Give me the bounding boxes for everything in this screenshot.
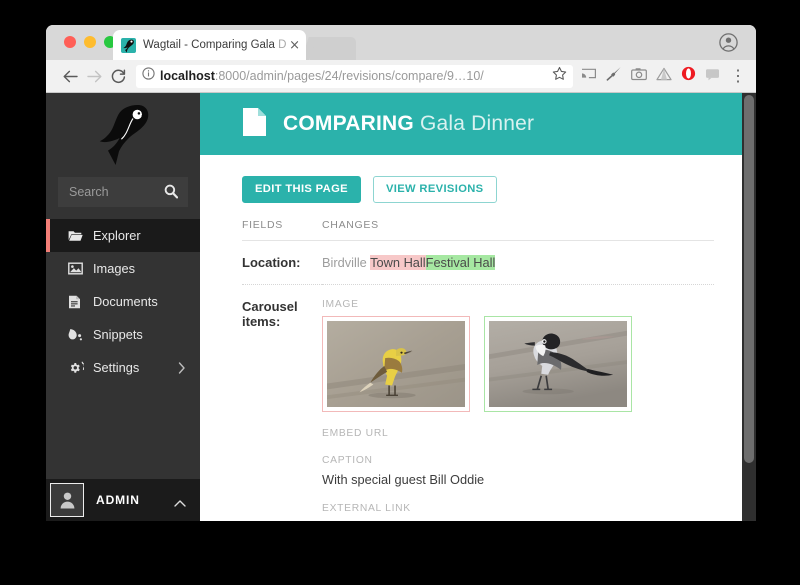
image-diff-pair bbox=[322, 316, 714, 412]
comparison-table-head: FIELDS CHANGES bbox=[242, 219, 714, 241]
chat-bubble-icon[interactable] bbox=[705, 67, 721, 86]
pyramid-icon[interactable] bbox=[656, 67, 672, 86]
close-tab-button[interactable]: × bbox=[289, 39, 300, 52]
content-scrollbar-track[interactable] bbox=[742, 93, 756, 521]
image-thumbnail bbox=[489, 321, 627, 407]
browser-tab-strip: Wagtail - Comparing Gala Dinn × bbox=[46, 25, 756, 60]
browser-menu-button[interactable]: ⋮ bbox=[730, 64, 746, 88]
sidebar-item-label: Images bbox=[93, 261, 135, 276]
comparison-table: FIELDS CHANGES Location: Birdville Town … bbox=[242, 219, 714, 521]
back-button[interactable] bbox=[58, 64, 82, 88]
page-title-name: Gala Dinner bbox=[420, 112, 534, 135]
subfield-label-external-link: EXTERNAL LINK bbox=[322, 503, 714, 514]
browser-toolbar: localhost:8000/admin/pages/24/revisions/… bbox=[46, 60, 756, 93]
sidebar-item-label: Documents bbox=[93, 294, 158, 309]
page-body: EDIT THIS PAGE VIEW REVISIONS FIELDS CHA… bbox=[200, 155, 756, 521]
bookmark-star-icon[interactable] bbox=[552, 66, 567, 86]
close-window-button[interactable] bbox=[64, 36, 76, 48]
field-label-location: Location: bbox=[242, 241, 322, 285]
window-controls[interactable] bbox=[64, 36, 116, 48]
new-tab-area[interactable] bbox=[310, 37, 356, 60]
page-document-icon bbox=[242, 107, 267, 142]
address-bar-url: localhost:8000/admin/pages/24/revisions/… bbox=[160, 69, 548, 83]
folder-open-icon bbox=[68, 229, 85, 242]
sidebar-item-settings[interactable]: Settings bbox=[46, 351, 200, 384]
pied-wagtail-photo[interactable] bbox=[484, 316, 632, 412]
field-diff-location: Birdville Town HallFestival Hall bbox=[322, 241, 714, 285]
sidebar-username: ADMIN bbox=[96, 493, 140, 507]
sidebar-item-label: Explorer bbox=[93, 228, 141, 243]
user-avatar-icon bbox=[50, 483, 84, 517]
page-header: COMPARING Gala Dinner bbox=[200, 93, 756, 155]
sidebar-item-label: Snippets bbox=[93, 327, 143, 342]
gears-icon bbox=[68, 361, 85, 375]
snippet-icon bbox=[68, 328, 85, 342]
chevron-right-icon bbox=[178, 362, 186, 377]
site-information-icon[interactable] bbox=[142, 67, 155, 85]
content-scrollbar-thumb[interactable] bbox=[744, 95, 754, 463]
page-title: COMPARING Gala Dinner bbox=[283, 112, 534, 136]
yellow-wagtail-photo[interactable] bbox=[322, 316, 470, 412]
subfield-label-embed-url: EMBED URL bbox=[322, 428, 714, 439]
reload-button[interactable] bbox=[106, 64, 130, 88]
sidebar-item-images[interactable]: Images bbox=[46, 252, 200, 285]
diff-segment-unchanged: Birdville bbox=[322, 255, 370, 270]
opera-icon[interactable] bbox=[681, 66, 696, 86]
image-thumbnail bbox=[327, 321, 465, 407]
sidebar-user-footer[interactable]: ADMIN bbox=[46, 479, 200, 521]
document-icon bbox=[68, 295, 85, 309]
sidebar-item-label: Settings bbox=[93, 360, 139, 375]
edit-this-page-button[interactable]: EDIT THIS PAGE bbox=[242, 176, 361, 203]
chevron-up-icon[interactable] bbox=[174, 495, 186, 513]
field-label-carousel-items: Carousel items: bbox=[242, 285, 322, 521]
sidebar: Explorer Images bbox=[46, 93, 200, 521]
column-header-fields: FIELDS bbox=[242, 219, 322, 241]
address-bar[interactable]: localhost:8000/admin/pages/24/revisions/… bbox=[136, 65, 573, 88]
comparison-table-body: Location: Birdville Town HallFestival Ha… bbox=[242, 241, 714, 521]
view-revisions-button[interactable]: VIEW REVISIONS bbox=[373, 176, 497, 203]
page-title-action: COMPARING bbox=[283, 112, 414, 135]
table-header-row: FIELDS CHANGES bbox=[242, 219, 714, 241]
cast-icon[interactable] bbox=[581, 66, 597, 86]
image-icon bbox=[68, 262, 85, 275]
table-row: Carousel items: IMAGE bbox=[242, 285, 714, 521]
action-buttons: EDIT THIS PAGE VIEW REVISIONS bbox=[242, 155, 714, 203]
forward-button[interactable] bbox=[82, 64, 106, 88]
main-content: COMPARING Gala Dinner EDIT THIS PAGE VIE… bbox=[200, 93, 756, 521]
field-diff-carousel-items: IMAGE bbox=[322, 285, 714, 521]
subfield-value-caption: With special guest Bill Oddie bbox=[322, 472, 714, 487]
subfield-label-image: IMAGE bbox=[322, 299, 714, 310]
extension-icons[interactable]: ⋮ bbox=[581, 64, 746, 88]
subfield-label-caption: CAPTION bbox=[322, 455, 714, 466]
browser-tab-title: Wagtail - Comparing Gala Dinn bbox=[143, 39, 286, 51]
sidebar-nav: Explorer Images bbox=[46, 219, 200, 384]
search-box[interactable] bbox=[58, 177, 188, 207]
wagtail-admin: Explorer Images bbox=[46, 93, 756, 521]
browser-tab-active[interactable]: Wagtail - Comparing Gala Dinn × bbox=[113, 30, 306, 60]
search-icon[interactable] bbox=[164, 184, 178, 204]
profile-avatar-icon[interactable] bbox=[719, 33, 738, 52]
sidebar-item-documents[interactable]: Documents bbox=[46, 285, 200, 318]
browser-window: Wagtail - Comparing Gala Dinn × bbox=[46, 25, 756, 521]
diff-segment-added: Festival Hall bbox=[426, 255, 496, 270]
camera-icon[interactable] bbox=[631, 67, 647, 86]
table-row: Location: Birdville Town HallFestival Ha… bbox=[242, 241, 714, 285]
minimize-window-button[interactable] bbox=[84, 36, 96, 48]
screenshot-stage: Wagtail - Comparing Gala Dinn × bbox=[0, 0, 800, 585]
column-header-changes: CHANGES bbox=[322, 219, 714, 241]
wagtail-bird-logo[interactable] bbox=[46, 93, 200, 171]
flashlight-icon[interactable] bbox=[606, 66, 622, 86]
sidebar-item-explorer[interactable]: Explorer bbox=[46, 219, 200, 252]
wagtail-bird-favicon bbox=[121, 38, 136, 53]
sidebar-item-snippets[interactable]: Snippets bbox=[46, 318, 200, 351]
search-input[interactable] bbox=[69, 185, 177, 199]
diff-segment-deleted: Town Hall bbox=[370, 255, 425, 270]
